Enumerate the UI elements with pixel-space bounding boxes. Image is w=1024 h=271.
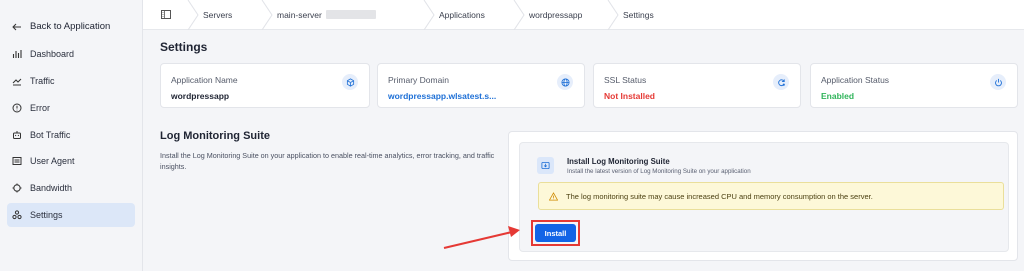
sidebar-toggle-button[interactable] <box>143 0 187 30</box>
card-label: Application Status <box>821 75 890 85</box>
breadcrumb-separator <box>423 0 435 30</box>
install-button-highlight: Install <box>531 220 580 246</box>
application-name-card: Application Name wordpressapp <box>160 63 370 108</box>
breadcrumb-separator <box>513 0 525 30</box>
sidebar-item-bot-traffic[interactable]: Bot Traffic <box>7 123 135 147</box>
breadcrumb-applications[interactable]: Applications <box>437 0 513 30</box>
bot-icon <box>13 131 21 139</box>
breadcrumb-wordpressapp[interactable]: wordpressapp <box>527 0 607 30</box>
application-status-card: Application Status Enabled <box>810 63 1018 108</box>
card-label: Application Name <box>171 75 238 85</box>
card-label: Primary Domain <box>388 75 449 85</box>
page-title: Settings <box>160 40 208 54</box>
sidebar-item-label: Settings <box>30 210 63 220</box>
arrow-left-icon <box>12 23 21 30</box>
globe-icon <box>557 74 573 90</box>
traffic-icon <box>12 78 22 86</box>
user-agent-icon <box>12 157 22 165</box>
log-monitoring-title: Log Monitoring Suite <box>160 130 270 142</box>
redacted-hostname <box>325 10 376 19</box>
error-icon <box>12 103 22 113</box>
install-box-subtitle: Install the latest version of Log Monito… <box>567 168 751 175</box>
sidebar-item-dashboard[interactable]: Dashboard <box>7 42 135 66</box>
warning-alert: The log monitoring suite may cause incre… <box>538 182 1004 210</box>
warning-icon <box>549 191 558 201</box>
sidebar-item-label: Bandwidth <box>30 183 73 193</box>
sidebar-item-settings[interactable]: Settings <box>7 203 135 227</box>
breadcrumb-separator <box>607 0 619 30</box>
install-box: Install Log Monitoring Suite Install the… <box>519 142 1009 252</box>
ssl-status-card: SSL Status Not Installed <box>593 63 801 108</box>
breadcrumb: Servers main-server Applications wordpre… <box>143 0 1024 30</box>
breadcrumb-servers[interactable]: Servers <box>201 0 261 30</box>
install-button[interactable]: Install <box>535 224 576 242</box>
log-monitoring-panel: Install Log Monitoring Suite Install the… <box>508 131 1018 261</box>
sidebar: Back to Application Dashboard Traffic Er… <box>0 0 143 271</box>
power-icon <box>990 74 1006 90</box>
bandwidth-icon <box>12 183 22 193</box>
sidebar-item-label: User Agent <box>30 156 75 166</box>
install-package-icon <box>537 157 554 174</box>
sidebar-item-bandwidth[interactable]: Bandwidth <box>7 176 135 200</box>
back-to-application-link[interactable]: Back to Application <box>12 21 110 32</box>
primary-domain-link[interactable]: wordpressapp.wlsatest.s... <box>388 91 496 101</box>
breadcrumb-separator <box>187 0 199 30</box>
sidebar-toggle-icon <box>161 10 171 19</box>
cube-icon <box>342 74 358 90</box>
annotation-arrow-icon <box>443 226 520 249</box>
sidebar-item-label: Error <box>30 103 50 113</box>
bar-chart-icon <box>12 50 22 58</box>
sidebar-item-traffic[interactable]: Traffic <box>7 69 135 93</box>
card-value: wordpressapp <box>171 91 230 101</box>
application-status-value: Enabled <box>821 91 855 101</box>
breadcrumb-separator <box>261 0 273 30</box>
ssl-refresh-icon <box>773 74 789 90</box>
sidebar-item-error[interactable]: Error <box>7 96 135 120</box>
warning-text: The log monitoring suite may cause incre… <box>566 191 873 201</box>
sidebar-item-label: Dashboard <box>30 49 75 59</box>
back-label: Back to Application <box>30 21 111 32</box>
primary-domain-card: Primary Domain wordpressapp.wlsatest.s..… <box>377 63 585 108</box>
ssl-status-value: Not Installed <box>604 91 656 101</box>
sidebar-item-label: Traffic <box>30 76 55 86</box>
install-box-title: Install Log Monitoring Suite <box>567 157 670 166</box>
log-monitoring-description: Install the Log Monitoring Suite on your… <box>160 151 495 171</box>
sidebar-item-user-agent[interactable]: User Agent <box>7 149 135 173</box>
breadcrumb-main-server[interactable]: main-server <box>275 0 423 30</box>
card-label: SSL Status <box>604 75 647 85</box>
breadcrumb-settings: Settings <box>623 9 654 20</box>
sidebar-item-label: Bot Traffic <box>30 130 71 140</box>
settings-icon <box>12 210 22 220</box>
